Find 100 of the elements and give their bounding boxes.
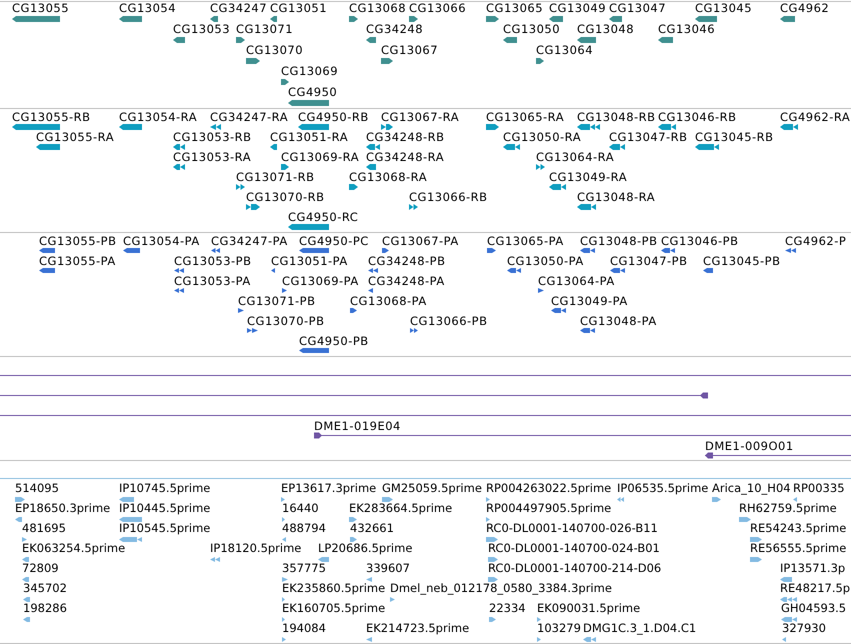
transcript-label: CG13064-RA [536,151,614,164]
protein-label: CG34248-PA [368,275,445,288]
protein-label: CG13069-PA [282,275,359,288]
est-label: EP13617.3prime [281,482,376,495]
est-label: IP18120.5prime [210,542,302,555]
clone-label: DME1-009O01 [705,440,794,453]
est-label: RH62759.5prime [739,502,837,515]
est-label: 514095 [15,482,59,495]
est-label: RC0-DL0001-140700-214-D06 [488,562,662,575]
est-label: 198286 [23,602,67,615]
gene-label: CG13071 [236,23,294,36]
protein-label: CG13064-PA [538,275,615,288]
transcript-label: CG13065-RA [486,111,564,124]
protein-label: CG13046-PB [661,235,738,248]
protein-label: CG34248-PB [368,255,446,268]
protein-label: CG13048-PB [580,235,658,248]
transcript-label: CG13048-RB [577,111,656,124]
est-label: 345702 [23,582,67,595]
protein-label: CG13045-PB [703,255,780,268]
gene-label: CG13049 [549,2,606,15]
gene-label: CG13045 [695,2,752,15]
gene-label: CG13068 [349,2,406,15]
est-label: 16440 [282,502,319,515]
est-label: 432661 [350,522,394,535]
transcript-label: CG13051-RA [270,131,348,144]
est-label: 481695 [22,522,66,535]
transcript-label: CG13049-RA [549,171,628,184]
protein-label: CG13047-PB [610,255,688,268]
transcript-label: CG13055-RA [36,131,114,144]
est-label: IP10545.5prime [119,522,210,535]
gene-label: CG13050 [503,23,560,36]
est-label: 103279 [537,622,581,635]
transcript-label: CG13068-RA [349,171,428,184]
transcript-label: CG34248-RA [366,151,444,164]
est-label: EK235860.5prime [282,582,386,595]
transcript-label: CG13054-RA [119,111,198,124]
protein-label: CG13055-PA [39,255,116,268]
protein-label: CG4950-PB [299,335,369,348]
gene-label: CG4950 [288,86,338,99]
est-label: 194084 [282,622,326,635]
protein-label: CG13050-PA [507,255,584,268]
est-label: EK160705.5prime [282,602,386,615]
est-label: Dmel_neb_012178_0580_3384.3prime [390,582,612,595]
gene-label: CG4962 [780,2,830,15]
protein-label: CG4950-PC [299,235,369,248]
transcript-label: CG13067-RA [381,111,460,124]
est-label: IP10445.5prime [119,502,210,515]
est-label: 72809 [22,562,59,575]
est-label: EK063254.5prime [22,542,126,555]
gene-label: CG13065 [486,2,544,15]
est-label: 327930 [782,622,826,635]
gene-label: CG13069 [281,65,338,78]
est-label: EK090031.5prime [537,602,640,615]
protein-label: CG13068-PA [350,295,427,308]
est-label: EK283664.5prime [349,502,452,515]
transcript-label: CG34248-RB [366,131,445,144]
protein-label: CG13070-PB [247,315,324,328]
gene-label: CG13047 [609,2,666,15]
protein-label: CG13054-PA [123,235,200,248]
gene-label: CG13053 [173,23,230,36]
est-label: IP06535.5prime [617,482,708,495]
transcript-label: CG13050-RA [503,131,582,144]
protein-label: CG4962-P [785,235,846,248]
est-label: 22334 [489,602,526,615]
est-label: 357775 [282,562,326,575]
gene-label: CG13055 [12,2,70,15]
transcript-label: CG13047-RB [609,131,688,144]
gene-label: CG13067 [381,44,438,57]
est-label: RC0-DL0001-140700-026-B11 [486,522,658,535]
est-label: LP20686.5prime [318,542,412,555]
transcript-label: CG13046-RB [658,111,737,124]
gene-label: CG34247 [210,2,268,15]
protein-label: CG34247-PA [211,235,288,248]
clone-label: DME1-019E04 [314,420,401,433]
gene-label: CG13048 [577,23,634,36]
protein-label: CG13051-PA [271,255,348,268]
est-label: RE56555.5prime [750,542,846,555]
transcript-label: CG4962-RA [780,111,850,124]
est-label: RP00335 [793,482,845,495]
transcript-label: CG13069-RA [281,151,360,164]
protein-label: CG13066-PB [410,315,488,328]
transcript-label: CG13055-RB [12,111,91,124]
est-label: RP004497905.5prime [486,502,612,515]
est-label: 488794 [282,522,326,535]
est-label: DMG1C.3_1.D04.C1 [583,622,696,635]
gene-label: CG13066 [409,2,466,15]
protein-label: CG13053-PB [174,255,252,268]
protein-label: CG13071-PB [238,295,316,308]
transcript-label: CG13053-RB [173,131,252,144]
est-label: RP004263022.5prime [486,482,612,495]
est-label: IP13571.3p [780,562,846,575]
est-label: RC0-DL0001-140700-024-B01 [488,542,660,555]
est-label: Arica_10_H04 [712,482,791,495]
gene-label: CG13064 [536,44,594,57]
protein-label: CG13055-PB [39,235,116,248]
est-label: RE54243.5prime [750,522,846,535]
transcript-label: CG34247-RA [210,111,288,124]
transcript-label: CG13066-RB [409,191,488,204]
est-label: GH04593.5 [781,602,846,615]
transcript-label: CG13045-RB [695,131,774,144]
